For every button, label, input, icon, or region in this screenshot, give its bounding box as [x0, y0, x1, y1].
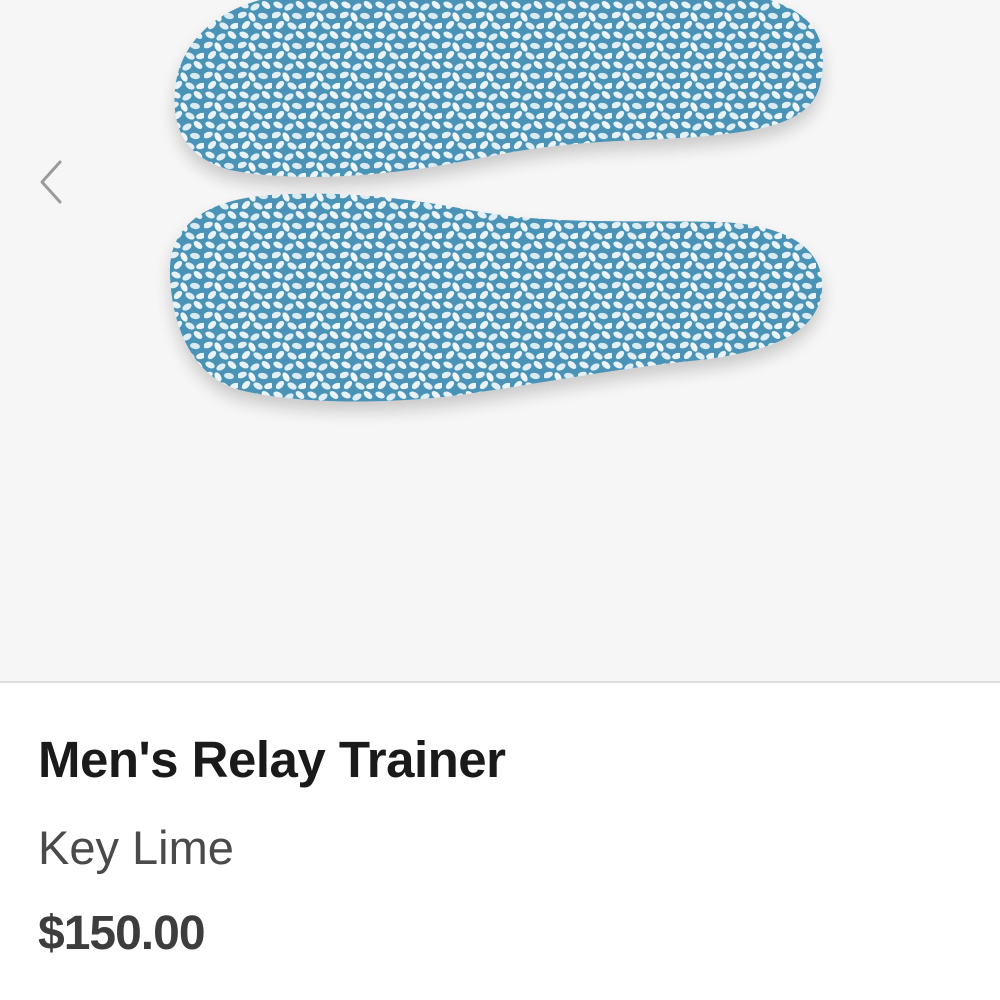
- insole-bottom: [169, 193, 823, 402]
- previous-image-button[interactable]: [30, 152, 74, 212]
- chevron-left-icon: [40, 160, 62, 204]
- product-page: Men's Relay Trainer Key Lime $150.00: [0, 0, 1000, 1000]
- product-title: Men's Relay Trainer: [38, 731, 506, 788]
- divider: [0, 681, 1000, 683]
- product-image: [169, 0, 823, 402]
- product-price: $150.00: [38, 907, 206, 960]
- product-color-label: Key Lime: [38, 821, 234, 874]
- product-image-gallery[interactable]: [0, 0, 1000, 682]
- insole-top: [174, 0, 823, 177]
